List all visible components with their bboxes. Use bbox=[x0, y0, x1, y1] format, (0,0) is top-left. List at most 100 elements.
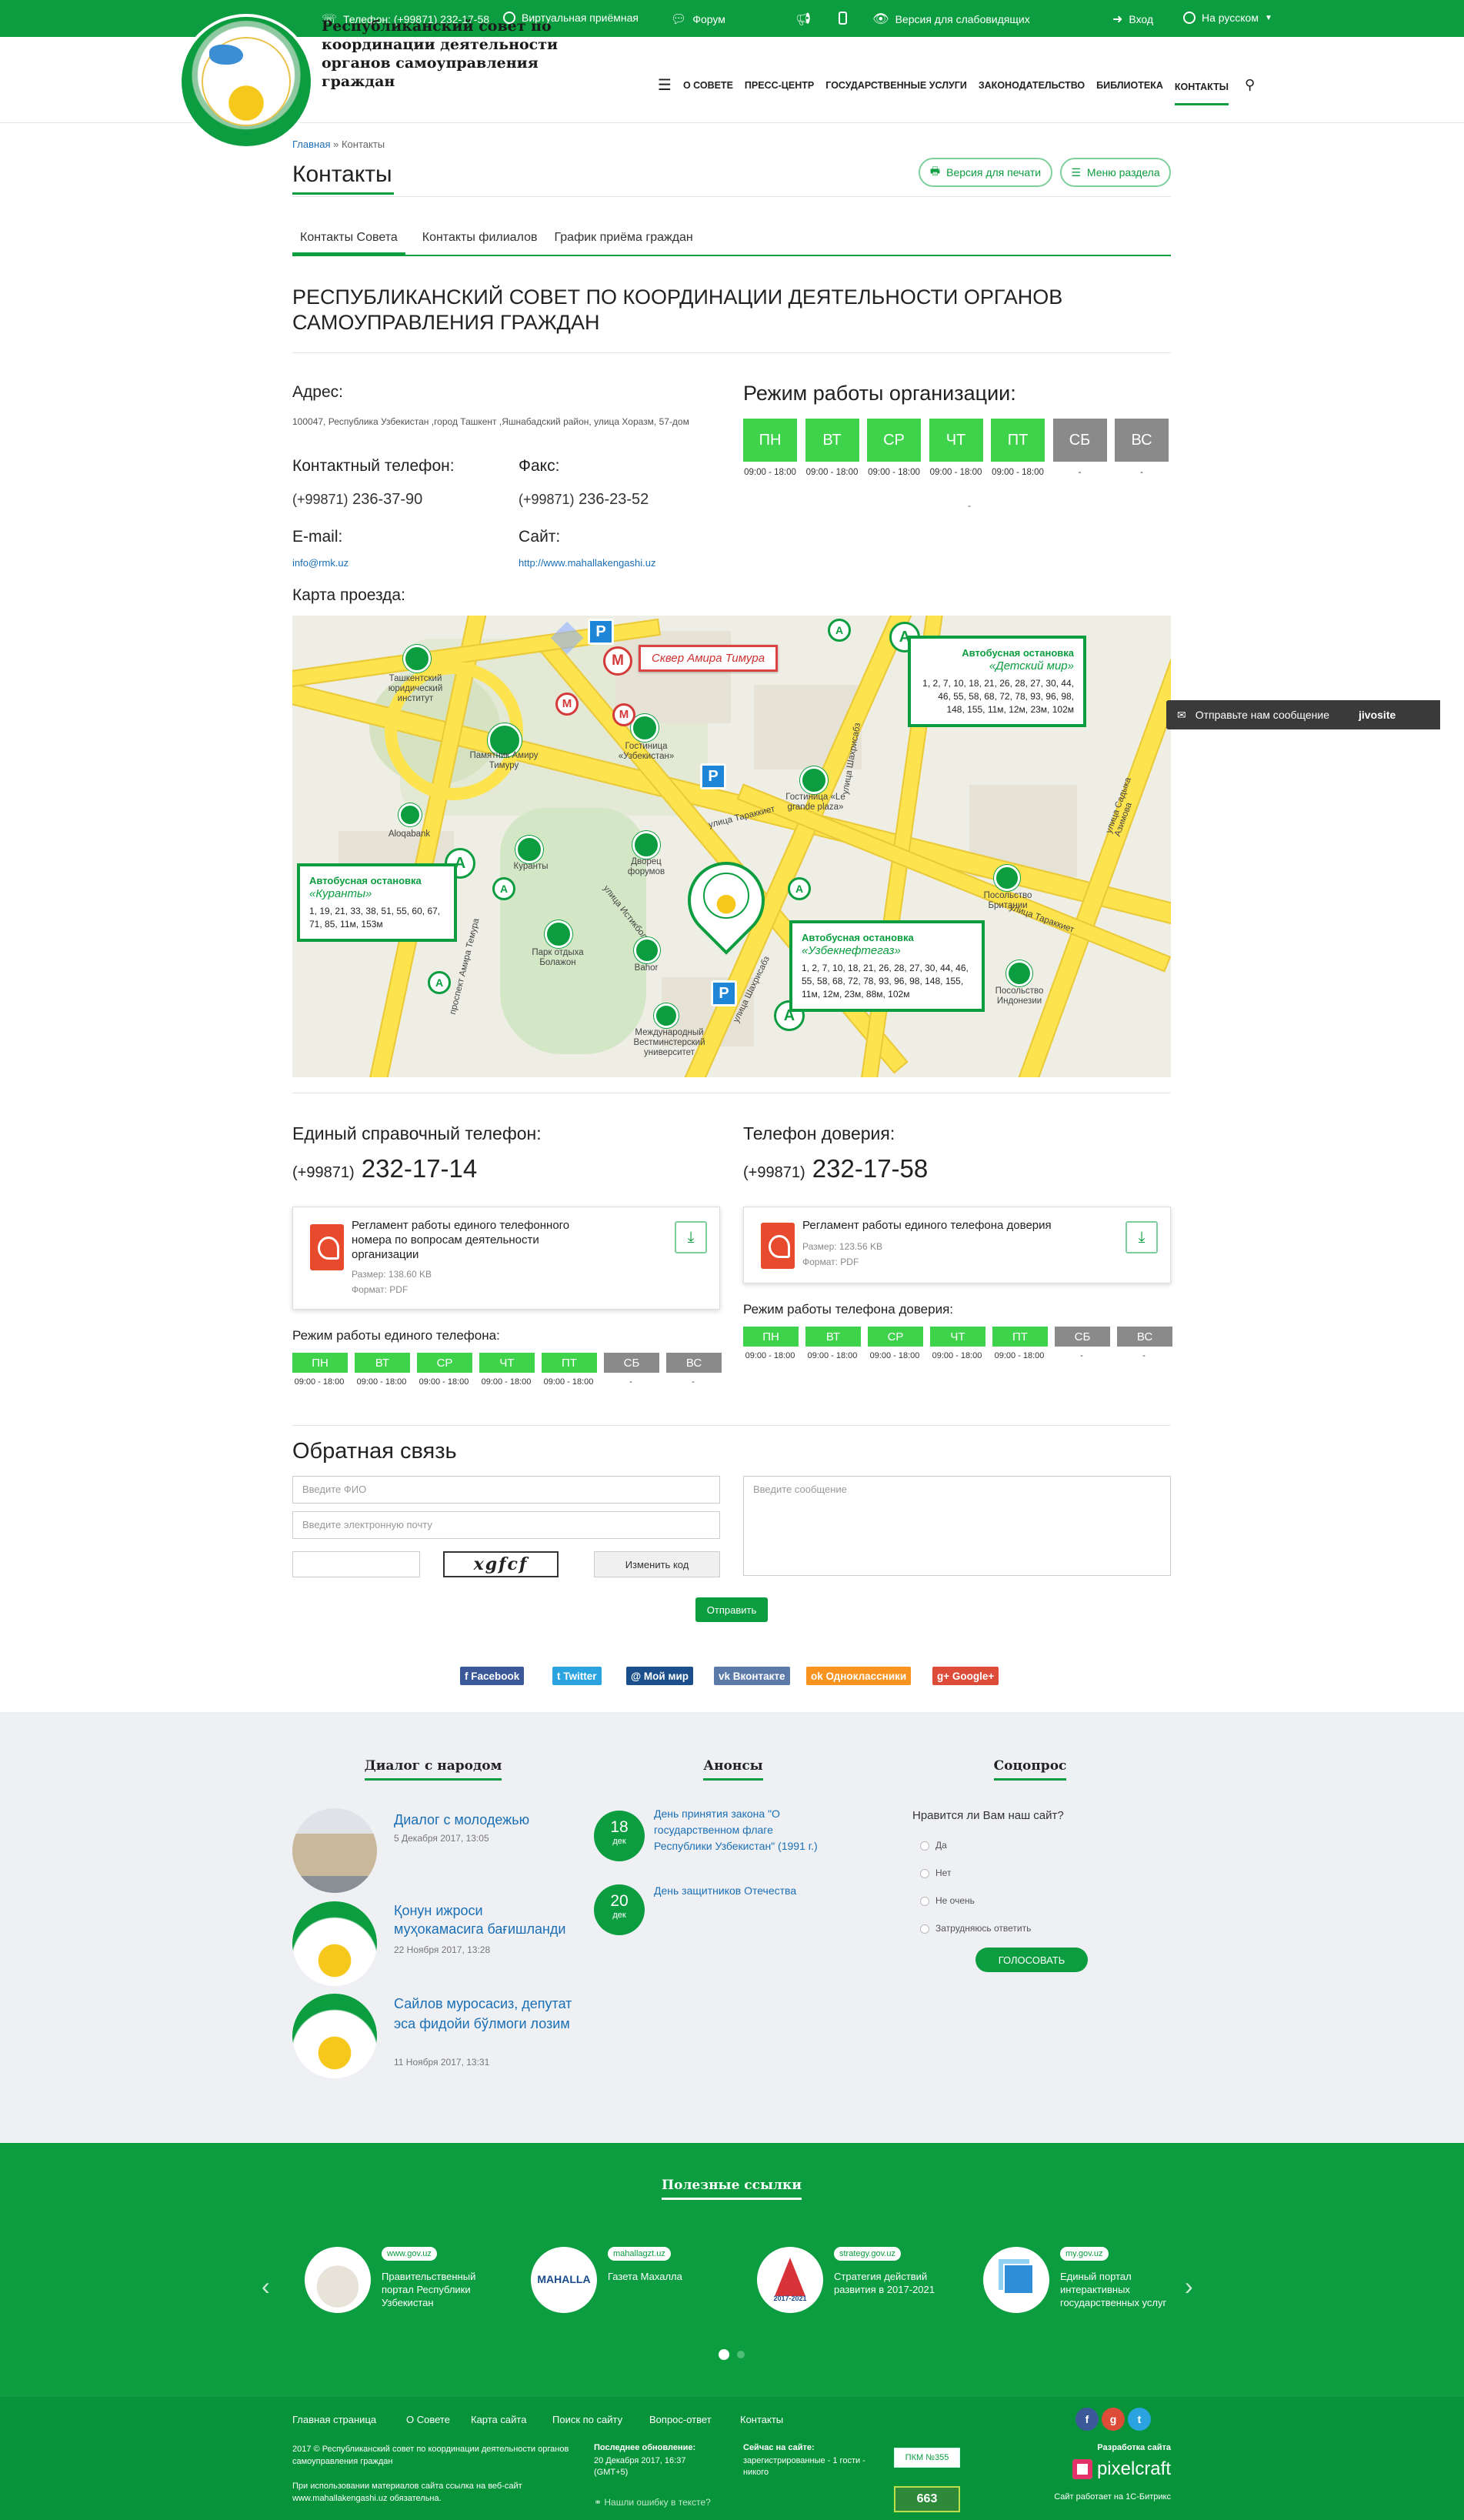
place-label: Международный Вестминстерский университе… bbox=[633, 1028, 705, 1057]
announce-link[interactable]: День принятия закона "О государственном … bbox=[654, 1806, 823, 1854]
megaphone-icon[interactable]: 📢︎ bbox=[795, 12, 811, 27]
email-input[interactable]: Введите электронную почту bbox=[292, 1511, 720, 1539]
nav-library[interactable]: БИБЛИОТЕКА bbox=[1096, 77, 1163, 94]
footer-link[interactable]: Карта сайта bbox=[471, 2414, 526, 2425]
email-link[interactable]: info@rmk.uz bbox=[292, 557, 348, 569]
breadcrumb: Главная » Контакты bbox=[292, 139, 385, 150]
metro-icon[interactable]: M bbox=[603, 646, 632, 676]
share-google-button[interactable]: g+ Google+ bbox=[932, 1667, 999, 1685]
share-twitter-button[interactable]: t Twitter bbox=[552, 1667, 602, 1685]
forum-link[interactable]: 💬︎ Форум bbox=[671, 12, 725, 27]
poll-radio[interactable] bbox=[920, 1897, 929, 1906]
print-version-button[interactable]: 🖶︎ Версия для печати bbox=[919, 158, 1052, 187]
hotel-marker-icon[interactable] bbox=[631, 714, 659, 742]
day-box: ЧТ bbox=[930, 1327, 985, 1347]
site-name[interactable]: Республиканский совет по координации дея… bbox=[322, 17, 614, 91]
footer-link[interactable]: Поиск по сайту bbox=[552, 2414, 622, 2425]
carousel-dot[interactable] bbox=[719, 2349, 729, 2360]
vote-button[interactable]: ГОЛОСОВАТЬ bbox=[975, 1948, 1088, 1972]
submit-button[interactable]: Отправить bbox=[695, 1597, 768, 1622]
university-marker-icon[interactable] bbox=[654, 1003, 679, 1028]
footer-link[interactable]: Вопрос-ответ bbox=[649, 2414, 712, 2425]
news-link[interactable]: Қонун ижроси муҳокамасига бағишланди bbox=[394, 1901, 571, 1938]
park-marker-icon[interactable] bbox=[545, 920, 572, 948]
visitor-counter[interactable]: 663 bbox=[894, 2486, 960, 2512]
twitter-icon[interactable]: t bbox=[1128, 2408, 1151, 2431]
nav-services[interactable]: ГОСУДАРСТВЕННЫЕ УСЛУГИ bbox=[825, 77, 967, 94]
parking-icon[interactable]: P bbox=[588, 619, 614, 645]
logo[interactable] bbox=[182, 17, 311, 146]
parking-icon[interactable]: P bbox=[700, 763, 726, 789]
embassy-marker-icon[interactable] bbox=[994, 865, 1020, 891]
bus-stop-icon[interactable]: A bbox=[788, 877, 811, 900]
nav-legislation[interactable]: ЗАКОНОДАТЕЛЬСТВО bbox=[979, 77, 1085, 94]
bank-marker-icon[interactable] bbox=[399, 803, 422, 826]
eye-icon: 👁︎ bbox=[872, 12, 889, 26]
facebook-icon[interactable]: f bbox=[1075, 2408, 1099, 2431]
hotel-marker-icon[interactable] bbox=[800, 766, 828, 794]
palace-marker-icon[interactable] bbox=[632, 831, 660, 859]
pixelcraft-logo[interactable]: pixelcraft bbox=[1054, 2454, 1171, 2485]
breadcrumb-home[interactable]: Главная bbox=[292, 139, 330, 150]
schedule-extra-dash: - bbox=[968, 500, 971, 511]
news-thumbnail[interactable] bbox=[292, 1808, 377, 1893]
message-textarea[interactable]: Введите сообщение bbox=[743, 1476, 1171, 1576]
login-link[interactable]: ➜ Вход bbox=[1112, 12, 1153, 27]
poll-radio[interactable] bbox=[920, 1924, 929, 1934]
hamburger-icon[interactable]: ☰ bbox=[658, 75, 672, 95]
metro-icon[interactable]: M bbox=[555, 693, 579, 716]
footer-link[interactable]: Контакты bbox=[740, 2414, 783, 2425]
report-error-link[interactable]: ⚭ Нашли ошибку в тексте? bbox=[594, 2497, 711, 2508]
announce-date: 18 дек bbox=[594, 1811, 645, 1861]
news-thumbnail[interactable] bbox=[292, 1994, 377, 2078]
parking-icon[interactable]: P bbox=[711, 980, 737, 1006]
nav-press[interactable]: ПРЕСС-ЦЕНТР bbox=[745, 77, 814, 94]
square-label[interactable]: Сквер Амира Тимура bbox=[639, 645, 779, 672]
place-label: Посольство Британии bbox=[983, 891, 1032, 910]
nav-contacts[interactable]: КОНТАКТЫ bbox=[1174, 78, 1229, 105]
section-menu-button[interactable]: ☰ Меню раздела bbox=[1060, 158, 1171, 187]
news-link[interactable]: Сайлов муросасиз, депутат эса фидойи бўл… bbox=[394, 1994, 579, 2034]
share-facebook-button[interactable]: f Facebook bbox=[460, 1667, 525, 1685]
nav-about[interactable]: О СОВЕТЕ bbox=[683, 77, 733, 94]
announce-link[interactable]: День защитников Отечества bbox=[654, 1883, 823, 1899]
share-vk-button[interactable]: vk Вконтакте bbox=[714, 1667, 790, 1685]
metro-icon[interactable]: M bbox=[612, 703, 635, 726]
blind-version-link[interactable]: 👁︎ Версия для слабовидящих bbox=[872, 12, 1030, 27]
bus-stop-icon[interactable]: A bbox=[428, 971, 451, 994]
google-plus-icon[interactable]: g bbox=[1102, 2408, 1125, 2431]
download-icon[interactable]: ⤓ bbox=[1126, 1221, 1158, 1253]
tab-branch-contacts[interactable]: Контакты филиалов bbox=[422, 231, 538, 255]
tab-reception-schedule[interactable]: График приёма граждан bbox=[555, 231, 693, 255]
share-mymir-button[interactable]: @ Мой мир bbox=[626, 1667, 693, 1685]
poll-radio[interactable] bbox=[920, 1869, 929, 1878]
clock-marker-icon[interactable] bbox=[515, 836, 543, 863]
bus-stop-icon[interactable]: A bbox=[828, 619, 851, 642]
site-link[interactable]: http://www.mahallakengashi.uz bbox=[519, 557, 655, 569]
tab-council-contacts[interactable]: Контакты Совета bbox=[292, 231, 405, 255]
captcha-input[interactable] bbox=[292, 1551, 420, 1577]
chat-widget[interactable]: ✉ Отправьте нам сообщение jivosite bbox=[1166, 700, 1440, 729]
download-icon[interactable]: ⤓ bbox=[675, 1221, 707, 1253]
change-code-button[interactable]: Изменить код bbox=[594, 1551, 720, 1577]
poll-radio[interactable] bbox=[920, 1841, 929, 1851]
mobile-icon[interactable] bbox=[839, 12, 847, 25]
university-marker-icon[interactable] bbox=[403, 645, 431, 673]
name-input[interactable]: Введите ФИО bbox=[292, 1476, 720, 1504]
share-ok-button[interactable]: ok Одноклассники bbox=[806, 1667, 912, 1685]
cafe-marker-icon[interactable] bbox=[634, 937, 660, 963]
footer-link[interactable]: Главная страница bbox=[292, 2414, 376, 2425]
bus-stop-icon[interactable]: A bbox=[492, 877, 515, 900]
carousel-dot[interactable] bbox=[737, 2351, 745, 2358]
printer-icon: 🖶︎ bbox=[929, 165, 941, 177]
news-link[interactable]: Диалог с молодежью bbox=[394, 1811, 563, 1829]
route-map[interactable]: улица Тараккиет улица Тараккиет улица Ша… bbox=[292, 616, 1171, 1077]
language-select[interactable]: На русском ▼ bbox=[1183, 12, 1272, 24]
pkm-badge[interactable]: ПКМ №355 bbox=[894, 2448, 960, 2468]
news-thumbnail[interactable] bbox=[292, 1901, 377, 1986]
carousel-prev-icon[interactable]: ‹ bbox=[262, 2272, 270, 2301]
footer-link[interactable]: О Совете bbox=[406, 2414, 450, 2425]
embassy-marker-icon[interactable] bbox=[1006, 960, 1032, 986]
carousel-next-icon[interactable]: › bbox=[1185, 2272, 1193, 2301]
search-icon[interactable]: ⚲ bbox=[1245, 77, 1255, 93]
